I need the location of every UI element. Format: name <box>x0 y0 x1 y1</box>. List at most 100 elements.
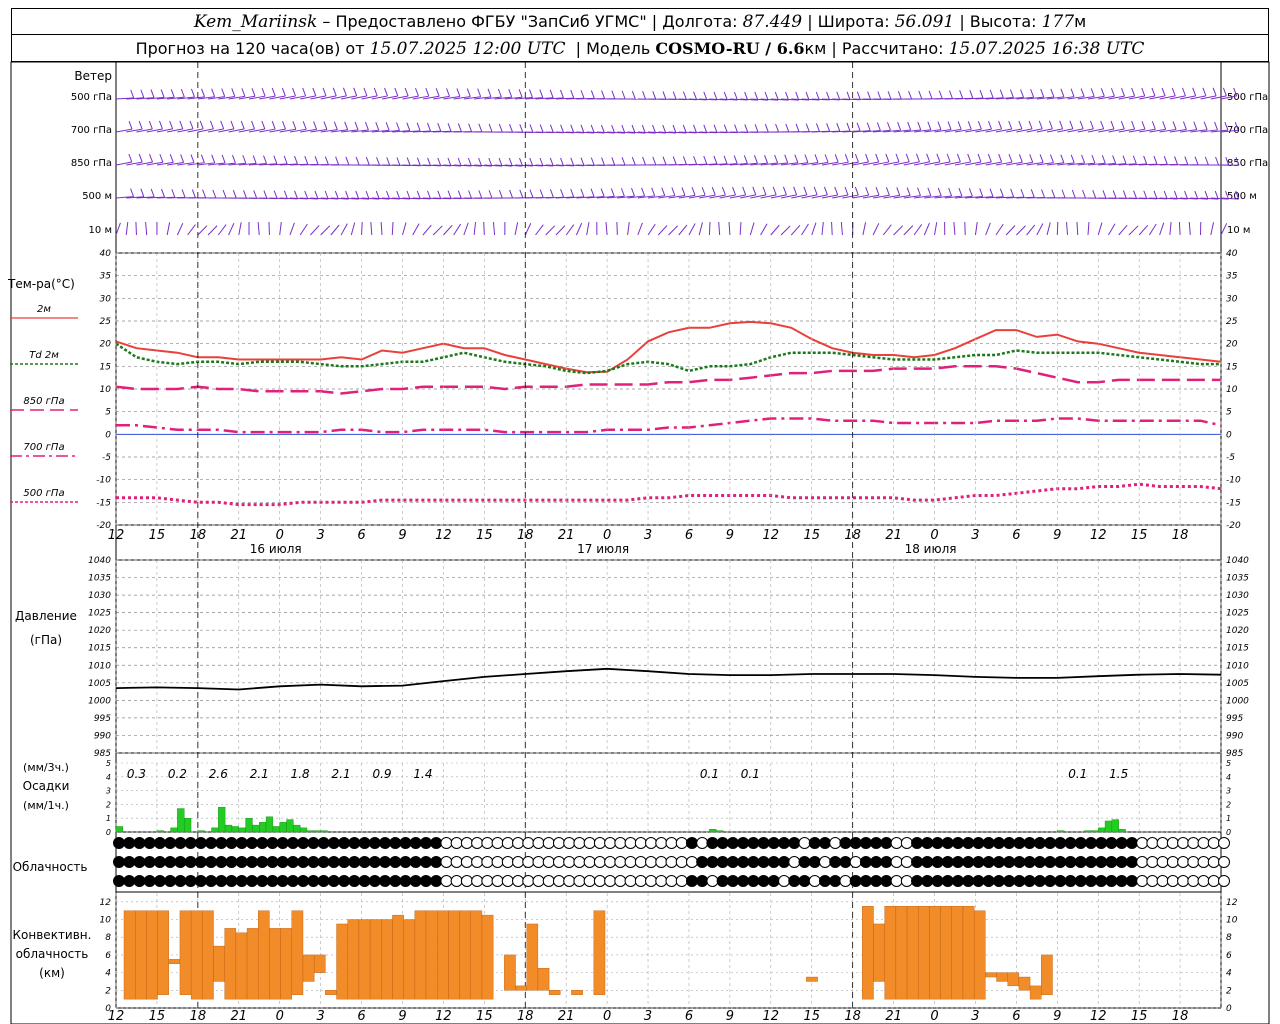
wind-barb-feather <box>333 121 338 130</box>
wind-barb-feather <box>885 187 890 196</box>
wind-barb-feather <box>447 157 452 167</box>
wind-barb-feather <box>396 122 400 131</box>
conv-bar <box>224 928 237 1000</box>
precip-bar <box>1057 830 1065 833</box>
conv-ytick-right: 10 <box>1226 916 1238 926</box>
wind-barb-feather <box>590 188 595 197</box>
cloud-symbol <box>982 875 995 887</box>
wind-barb-feather <box>354 121 359 131</box>
cloud-symbol <box>645 837 658 849</box>
wind-barb-feather <box>232 189 237 199</box>
conv-bar <box>481 914 494 1000</box>
wind-barb-feather <box>190 88 195 98</box>
cloud-symbol <box>962 875 975 887</box>
wind-barb-feather <box>158 120 163 130</box>
cloud-symbol <box>123 875 136 887</box>
wind-barb-feather <box>895 153 900 163</box>
cloud-symbol <box>890 837 903 849</box>
wind-barb <box>1138 224 1149 236</box>
wind-barb <box>1087 221 1090 236</box>
wind-barb-feather <box>1202 87 1207 97</box>
temp-ytick-left: -10 <box>96 476 111 486</box>
cloud-symbol <box>184 856 197 868</box>
cloud-symbol <box>696 875 709 887</box>
wind-barb-feather <box>1161 87 1166 97</box>
wind-barb-feather <box>590 90 595 99</box>
wind-barb-feather <box>468 190 473 199</box>
wind-barb-feather <box>416 190 421 200</box>
wind-barb-feather <box>376 157 381 166</box>
cloud-symbol <box>859 856 872 868</box>
cloud-symbol <box>205 875 218 887</box>
cloud-symbol <box>604 837 617 849</box>
wind-barb-feather <box>957 121 962 130</box>
wind-barb <box>801 223 809 236</box>
conv-bar <box>280 928 292 1000</box>
cloud-symbol <box>1013 875 1026 887</box>
wind-level-right-3: 500 м <box>1227 191 1257 202</box>
cloud-symbol <box>716 837 729 849</box>
pres-ytick-right: 1035 <box>1226 574 1249 584</box>
wind-barb <box>668 225 679 236</box>
cloud-symbol <box>542 856 555 868</box>
cloud-symbol <box>747 856 760 868</box>
cloud-symbol <box>246 837 259 849</box>
cloud-symbol <box>767 875 780 887</box>
cloud-symbol <box>1177 875 1190 887</box>
wind-barb-feather <box>232 154 236 164</box>
wind-barb-feather <box>497 88 502 98</box>
cloud-symbol <box>1054 837 1067 849</box>
wind-barb-feather <box>764 154 769 164</box>
wind-barb-feather <box>161 188 165 198</box>
wind-barb <box>370 221 373 236</box>
cloud-symbol <box>1105 875 1118 887</box>
wind-barb <box>125 222 129 236</box>
wind-barb <box>770 224 780 236</box>
precip-bar <box>231 826 239 833</box>
wind-barb-feather <box>446 88 451 97</box>
pres-ytick-left: 1040 <box>88 556 111 566</box>
conv-bar <box>358 919 371 1000</box>
wind-barb-feather <box>220 120 225 130</box>
cloud-symbol <box>368 856 381 868</box>
cloud-symbol <box>194 856 207 868</box>
cloud-symbol <box>225 837 238 849</box>
wind-barb <box>1097 222 1103 236</box>
wind-barb-feather <box>959 90 964 99</box>
cloud-symbol <box>747 837 760 849</box>
cloud-symbol <box>205 856 218 868</box>
wind-barb <box>535 224 544 236</box>
cloud-symbol <box>522 875 535 887</box>
wind-barb-feather <box>508 88 513 98</box>
cloud-symbol <box>1115 837 1128 849</box>
precip-total-label: 0.2 <box>168 767 187 781</box>
cloud-symbol <box>1177 837 1190 849</box>
wind-barb-feather <box>416 122 421 131</box>
cloud-symbol <box>870 856 883 868</box>
precip-ytick-left: 1 <box>106 814 111 823</box>
cloud-symbol <box>368 837 381 849</box>
cloud-symbol <box>798 856 811 868</box>
temp-ytick-right: 0 <box>1226 430 1232 440</box>
cloud-symbol <box>972 837 985 849</box>
wind-barb <box>1026 224 1036 236</box>
cloud-symbol <box>655 837 668 849</box>
cloud-symbol <box>962 837 975 849</box>
conv-bar <box>806 976 818 982</box>
cloud-symbol <box>992 837 1005 849</box>
wind-barb-feather <box>415 87 419 97</box>
cloud-symbol <box>614 875 627 887</box>
wind-barb-feather <box>150 89 155 98</box>
wind-barb-feather <box>642 90 647 100</box>
wind-barb-feather <box>1194 156 1199 165</box>
wind-barb <box>913 224 923 236</box>
wind-barb-feather <box>180 154 185 163</box>
conv-bar <box>973 910 986 1000</box>
wind-barb-feather <box>1143 190 1148 199</box>
cloud-symbol <box>552 875 565 887</box>
cloud-symbol <box>235 856 248 868</box>
wind-barb-feather <box>905 153 910 163</box>
wind-barb <box>492 222 496 236</box>
cloud-symbol <box>460 856 473 868</box>
wind-barb-feather <box>682 156 687 165</box>
